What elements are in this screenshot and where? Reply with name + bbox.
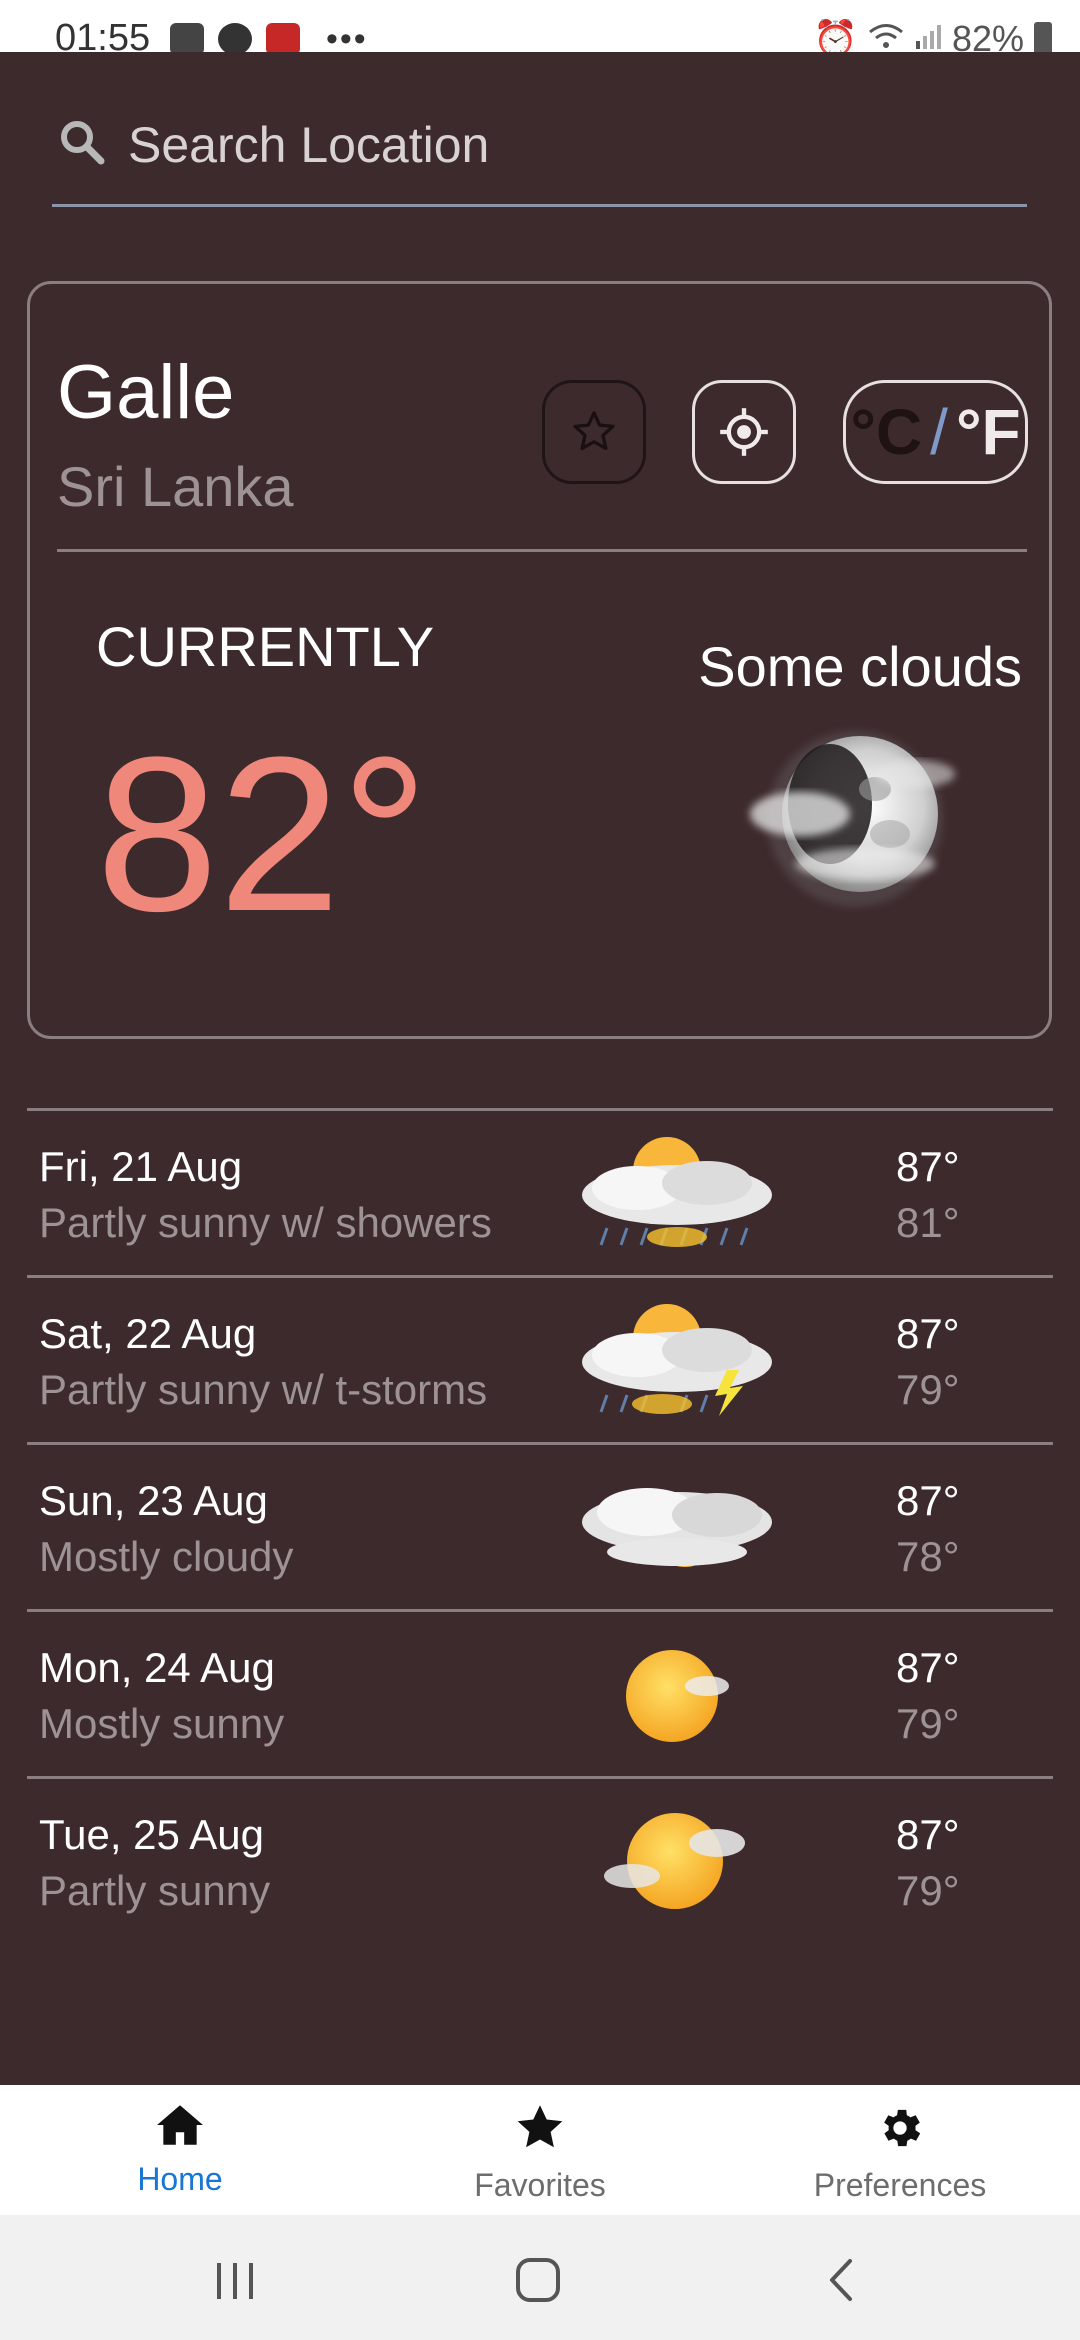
home-icon <box>157 2105 203 2145</box>
nav-favorites-label: Favorites <box>474 2167 606 2203</box>
forecast-low: 81° <box>896 1199 960 1246</box>
status-time: 01:55 <box>55 17 151 52</box>
current-weather-card: Galle Sri Lanka °C / °F CURRENTLY 82° So… <box>27 281 1052 1039</box>
forecast-description: Mostly sunny <box>39 1700 285 1747</box>
search-bar[interactable] <box>52 100 1027 207</box>
alarm-icon: ⏰ <box>813 18 858 52</box>
bottom-navigation: Home Favorites Preferences <box>0 2085 1080 2215</box>
forecast-row[interactable]: Tue, 25 Aug Partly sunny 87° 79° <box>27 1776 1053 1943</box>
nav-home[interactable]: Home <box>0 2103 360 2213</box>
status-system-icons: ⏰ 82% <box>813 18 1052 52</box>
forecast-date: Fri, 21 Aug <box>39 1143 243 1190</box>
star-outline-icon <box>573 411 615 451</box>
nav-preferences[interactable]: Preferences <box>720 2103 1080 2213</box>
cloud-sun-icon <box>582 1488 772 1567</box>
forecast-description: Partly sunny <box>39 1867 271 1914</box>
forecast-low: 78° <box>896 1533 960 1580</box>
forecast-row[interactable]: Sat, 22 Aug Partly sunny w/ t-storms 87°… <box>27 1275 1053 1442</box>
forecast-date: Sat, 22 Aug <box>39 1310 257 1357</box>
forecast-description: Partly sunny w/ t-storms <box>39 1366 488 1413</box>
celsius-label: °C <box>850 396 923 468</box>
search-icon <box>61 121 105 165</box>
gear-icon <box>884 2109 921 2147</box>
country-name: Sri Lanka <box>57 455 294 518</box>
forecast-high: 87° <box>896 1310 960 1357</box>
sun-small-cloud-icon <box>604 1813 745 1909</box>
forecast-date: Sun, 23 Aug <box>39 1477 268 1524</box>
signal-icon <box>914 18 942 52</box>
forecast-description: Mostly cloudy <box>39 1533 294 1580</box>
forecast-row[interactable]: Sun, 23 Aug Mostly cloudy 87° 78° <box>27 1442 1053 1609</box>
forecast-high: 87° <box>896 1811 960 1858</box>
sun-icon <box>626 1650 729 1742</box>
home-system-icon[interactable] <box>508 2255 568 2305</box>
fahrenheit-label: °F <box>955 396 1021 468</box>
current-location-button[interactable] <box>692 380 796 484</box>
forecast-low: 79° <box>896 1700 960 1747</box>
status-notification-icons: ••• <box>170 20 368 52</box>
more-notifications-icon: ••• <box>326 20 368 52</box>
gallery-icon <box>170 23 204 52</box>
nav-preferences-label: Preferences <box>813 2167 987 2203</box>
forecast-low: 79° <box>896 1366 960 1413</box>
currently-label: CURRENTLY <box>96 615 435 678</box>
unit-toggle-button[interactable]: °C / °F <box>843 380 1028 484</box>
recent-apps-icon[interactable] <box>205 2255 265 2305</box>
forecast-date: Tue, 25 Aug <box>39 1811 264 1858</box>
battery-percent: 82% <box>951 18 1024 52</box>
status-bar: 01:55 ••• ⏰ 82% <box>0 0 1080 52</box>
battery-icon <box>1034 22 1052 52</box>
forecast-description: Partly sunny w/ showers <box>39 1199 492 1246</box>
system-navigation-bar <box>0 2215 1080 2340</box>
app-notification-icon <box>266 23 300 52</box>
unit-separator: / <box>930 396 948 468</box>
forecast-low: 79° <box>896 1867 960 1914</box>
card-divider <box>57 549 1027 552</box>
forecast-high: 87° <box>896 1477 960 1524</box>
nav-favorites[interactable]: Favorites <box>360 2103 720 2213</box>
forecast-row[interactable]: Fri, 21 Aug Partly sunny w/ showers 87° … <box>27 1108 1053 1275</box>
sun-cloud-storm-icon <box>582 1304 772 1416</box>
forecast-high: 87° <box>896 1143 960 1190</box>
forecast-row[interactable]: Mon, 24 Aug Mostly sunny 87° 79° <box>27 1609 1053 1776</box>
city-name: Galle <box>57 350 235 435</box>
sun-cloud-rain-icon <box>582 1137 772 1247</box>
current-temperature: 82° <box>96 711 429 957</box>
forecast-high: 87° <box>896 1644 960 1691</box>
star-icon <box>517 2105 563 2148</box>
back-icon[interactable] <box>812 2255 872 2305</box>
forecast-date: Mon, 24 Aug <box>39 1644 275 1691</box>
favorite-button[interactable] <box>542 380 646 484</box>
forecast-list: Fri, 21 Aug Partly sunny w/ showers 87° … <box>27 1108 1053 1943</box>
search-input[interactable] <box>126 108 1010 182</box>
wifi-icon <box>868 18 904 52</box>
gps-target-icon <box>720 408 768 456</box>
current-condition: Some clouds <box>698 635 1022 698</box>
nav-home-label: Home <box>137 2161 223 2197</box>
app-logo-icon <box>218 23 252 52</box>
moon-clouds-icon <box>750 731 955 907</box>
